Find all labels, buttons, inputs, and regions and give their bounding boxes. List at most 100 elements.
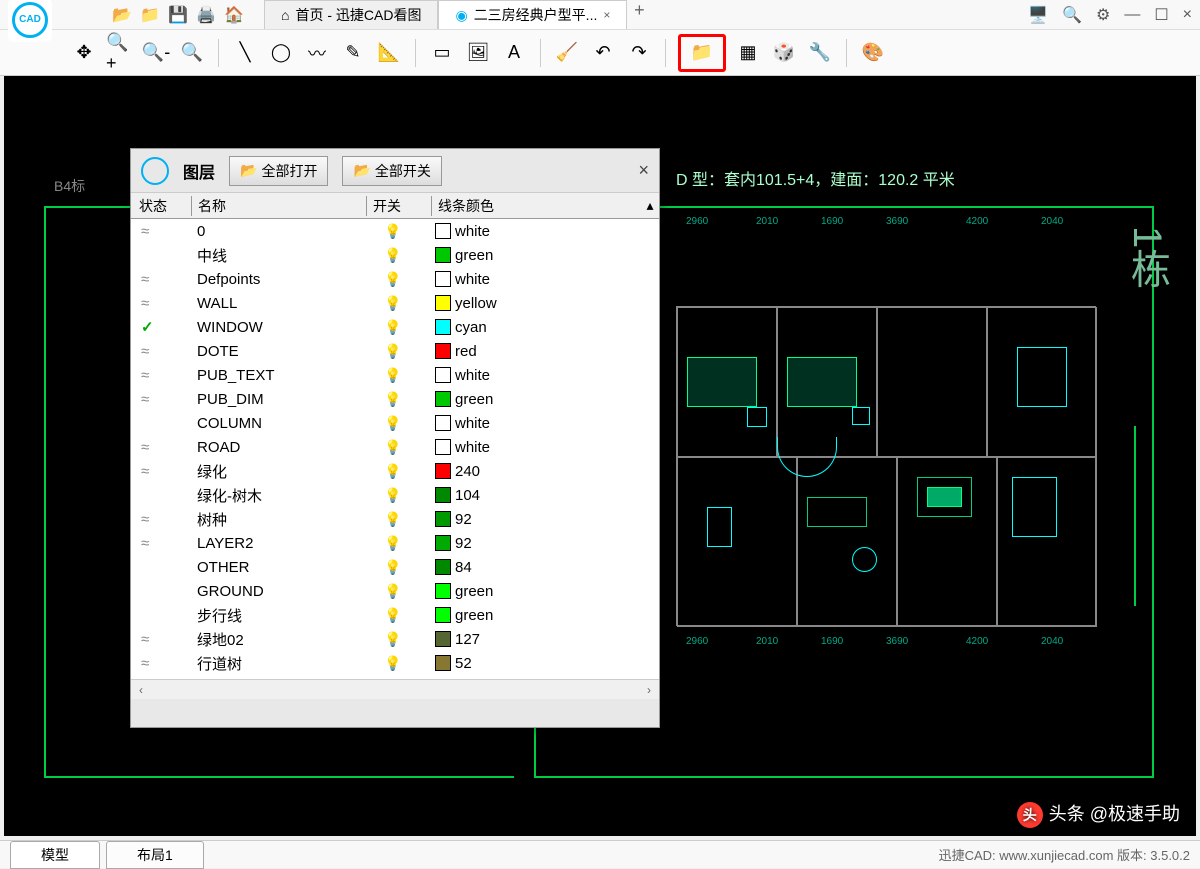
switch-cell[interactable]: 💡	[366, 367, 431, 384]
rect-icon[interactable]: ▭	[428, 39, 456, 67]
layout-tab[interactable]: 布局1	[106, 841, 204, 869]
color-cell[interactable]: white	[431, 271, 659, 288]
add-tab-button[interactable]: +	[627, 0, 651, 29]
close-icon[interactable]: ×	[638, 160, 649, 181]
layer-row[interactable]: 中线💡green	[131, 243, 659, 267]
3d-icon[interactable]: 🎲	[770, 39, 798, 67]
col-state[interactable]: 状态	[131, 196, 191, 216]
layers-button[interactable]: 📁	[678, 34, 726, 72]
switch-cell[interactable]: 💡	[366, 463, 431, 480]
color-cell[interactable]: green	[431, 247, 659, 264]
color-cell[interactable]: green	[431, 583, 659, 600]
switch-cell[interactable]: 💡	[366, 343, 431, 360]
layer-row[interactable]: ✓WINDOW💡cyan	[131, 315, 659, 339]
image-icon[interactable]: 🖼	[464, 39, 492, 67]
switch-cell[interactable]: 💡	[366, 511, 431, 528]
layer-row[interactable]: 步行线💡green	[131, 603, 659, 627]
color-cell[interactable]: red	[431, 343, 659, 360]
text-icon[interactable]: A	[500, 39, 528, 67]
switch-cell[interactable]: 💡	[366, 391, 431, 408]
layer-row[interactable]: ≈WALL💡yellow	[131, 291, 659, 315]
zoomfit-icon[interactable]: 🔍	[178, 39, 206, 67]
switch-cell[interactable]: 💡	[366, 607, 431, 624]
switch-cell[interactable]: 💡	[366, 583, 431, 600]
layer-row[interactable]: ≈路灯💡red	[131, 675, 659, 679]
tab-document[interactable]: ◉ 二三房经典户型平... ×	[438, 0, 627, 29]
undo-icon[interactable]: ↶	[589, 39, 617, 67]
circle-icon[interactable]: ◯	[267, 39, 295, 67]
switch-cell[interactable]: 💡	[366, 295, 431, 312]
color-cell[interactable]: 92	[431, 511, 659, 528]
layer-row[interactable]: ≈绿地02💡127	[131, 627, 659, 651]
switch-cell[interactable]: 💡	[366, 655, 431, 672]
cursor-icon[interactable]: ✥	[70, 39, 98, 67]
switch-cell[interactable]: 💡	[366, 559, 431, 576]
color-cell[interactable]: 240	[431, 463, 659, 480]
layer-row[interactable]: ≈ROAD💡white	[131, 435, 659, 459]
color-cell[interactable]: 52	[431, 655, 659, 672]
switch-cell[interactable]: 💡	[366, 247, 431, 264]
print-icon[interactable]: 🖨️	[196, 5, 216, 25]
color-cell[interactable]: 92	[431, 535, 659, 552]
switch-cell[interactable]: 💡	[366, 271, 431, 288]
switch-cell[interactable]: 💡	[366, 487, 431, 504]
switch-cell[interactable]: 💡	[366, 535, 431, 552]
zoomout-icon[interactable]: 🔍-	[142, 39, 170, 67]
switch-cell[interactable]: 💡	[366, 319, 431, 336]
open-all-button[interactable]: 📂全部打开	[229, 156, 328, 186]
layer-row[interactable]: COLUMN💡white	[131, 411, 659, 435]
color-cell[interactable]: white	[431, 415, 659, 432]
layer-row[interactable]: ≈绿化💡240	[131, 459, 659, 483]
measure-icon[interactable]: 📐	[375, 39, 403, 67]
switch-cell[interactable]: 💡	[366, 679, 431, 680]
layer-row[interactable]: GROUND💡green	[131, 579, 659, 603]
redo-icon[interactable]: ↷	[625, 39, 653, 67]
polyline-icon[interactable]: 〰	[303, 39, 331, 67]
scroll-up-icon[interactable]: ▴	[641, 197, 659, 214]
color-cell[interactable]: 104	[431, 487, 659, 504]
layer-row[interactable]: ≈Defpoints💡white	[131, 267, 659, 291]
color-cell[interactable]: 84	[431, 559, 659, 576]
color-cell[interactable]: white	[431, 367, 659, 384]
layer-row[interactable]: ≈行道树💡52	[131, 651, 659, 675]
model-tab[interactable]: 模型	[10, 841, 100, 869]
switch-cell[interactable]: 💡	[366, 439, 431, 456]
layer-row[interactable]: OTHER💡84	[131, 555, 659, 579]
tool-icon[interactable]: 🔧	[806, 39, 834, 67]
color-cell[interactable]: cyan	[431, 319, 659, 336]
switch-cell[interactable]: 💡	[366, 415, 431, 432]
open-icon[interactable]: 📂	[112, 5, 132, 25]
col-switch[interactable]: 开关	[366, 196, 431, 216]
screens-icon[interactable]: 🖥️	[1028, 5, 1048, 25]
color-cell[interactable]: yellow	[431, 295, 659, 312]
home-icon[interactable]: 🏠	[224, 5, 244, 25]
save-icon[interactable]: 💾	[168, 5, 188, 25]
maximize-icon[interactable]: ☐	[1154, 5, 1168, 25]
close-icon[interactable]: ×	[1183, 6, 1192, 24]
switch-all-button[interactable]: 📂全部开关	[342, 156, 441, 186]
layer-row[interactable]: ≈DOTE💡red	[131, 339, 659, 363]
tab-home[interactable]: ⌂ 首页 - 迅捷CAD看图	[264, 0, 438, 29]
zoom-icon[interactable]: 🔍	[1062, 5, 1082, 25]
color-cell[interactable]: green	[431, 607, 659, 624]
edit-icon[interactable]: ✎	[339, 39, 367, 67]
col-name[interactable]: 名称	[191, 196, 366, 216]
zoomin-icon[interactable]: 🔍+	[106, 39, 134, 67]
eraser-icon[interactable]: 🧹	[553, 39, 581, 67]
layer-row[interactable]: ≈PUB_DIM💡green	[131, 387, 659, 411]
layer-row[interactable]: ≈树种💡92	[131, 507, 659, 531]
layer-row[interactable]: ≈LAYER2💡92	[131, 531, 659, 555]
color-cell[interactable]: white	[431, 439, 659, 456]
block-icon[interactable]: ▦	[734, 39, 762, 67]
col-color[interactable]: 线条颜色	[431, 196, 641, 216]
switch-cell[interactable]: 💡	[366, 223, 431, 240]
color-icon[interactable]: 🎨	[859, 39, 887, 67]
table-body[interactable]: ≈0💡white中线💡green≈Defpoints💡white≈WALL💡ye…	[131, 219, 659, 679]
open2-icon[interactable]: 📁	[140, 5, 160, 25]
horizontal-scrollbar[interactable]: ‹›	[131, 679, 659, 699]
minimize-icon[interactable]: —	[1124, 6, 1140, 24]
close-icon[interactable]: ×	[603, 8, 610, 22]
layer-row[interactable]: 绿化-树木💡104	[131, 483, 659, 507]
color-cell[interactable]: green	[431, 391, 659, 408]
switch-cell[interactable]: 💡	[366, 631, 431, 648]
